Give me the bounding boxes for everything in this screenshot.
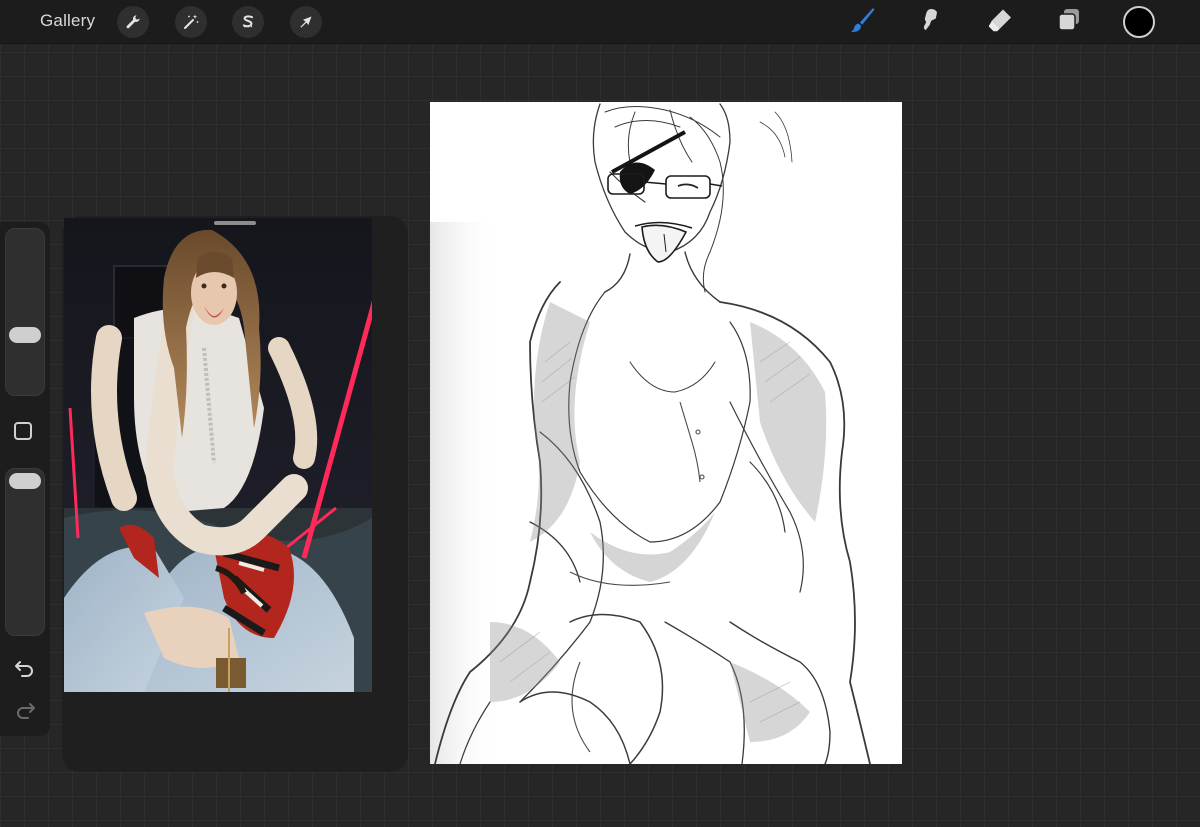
opacity-slider[interactable] [5, 468, 45, 636]
brush-tool-button[interactable] [845, 6, 877, 38]
undo-button[interactable] [13, 658, 37, 678]
redo-icon [13, 703, 37, 724]
left-sidebar [0, 222, 50, 736]
magic-wand-icon [182, 13, 200, 31]
smudge-tool-button[interactable] [913, 6, 945, 38]
modify-button[interactable] [14, 422, 32, 440]
transform-button[interactable] [290, 6, 322, 38]
selection-button[interactable] [232, 6, 264, 38]
drawing-canvas[interactable] [430, 102, 902, 764]
reference-window[interactable] [62, 216, 408, 772]
eraser-tool-button[interactable] [984, 6, 1016, 38]
wrench-icon [124, 13, 142, 31]
gallery-button[interactable]: Gallery [40, 11, 95, 31]
undo-icon [13, 661, 37, 682]
reference-photo [64, 218, 372, 692]
color-picker-button[interactable] [1123, 6, 1155, 38]
reference-drag-handle[interactable] [214, 221, 256, 225]
actions-button[interactable] [117, 6, 149, 38]
eraser-icon [985, 5, 1015, 40]
smudge-icon [914, 5, 944, 40]
layers-icon [1054, 5, 1084, 40]
selection-s-icon [239, 13, 257, 31]
adjustments-button[interactable] [175, 6, 207, 38]
brush-icon [846, 5, 876, 40]
arrow-cursor-icon [297, 13, 315, 31]
redo-button[interactable] [13, 700, 37, 720]
top-toolbar: Gallery [0, 0, 1200, 44]
layers-button[interactable] [1053, 6, 1085, 38]
brush-size-slider[interactable] [5, 228, 45, 396]
sketch-artwork [430, 102, 902, 764]
brush-size-thumb[interactable] [9, 327, 41, 343]
opacity-thumb[interactable] [9, 473, 41, 489]
